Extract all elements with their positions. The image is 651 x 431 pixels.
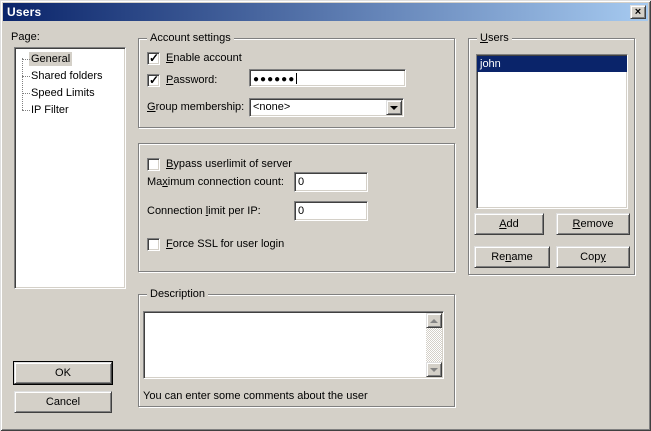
close-icon: × — [635, 7, 641, 17]
remove-button[interactable]: Remove — [556, 213, 630, 235]
users-listbox[interactable]: john — [476, 54, 628, 209]
page-label: Page: — [11, 31, 40, 44]
chevron-down-icon — [390, 106, 398, 110]
combo-dropdown-button[interactable] — [386, 100, 402, 115]
account-settings-title: Account settings — [147, 32, 234, 45]
users-dialog: Users × Page: General Shared folders Spe… — [0, 0, 651, 431]
tree-item-label: IP Filter — [29, 103, 71, 117]
ok-button[interactable]: OK — [14, 362, 112, 384]
scrollbar-track[interactable] — [426, 328, 442, 362]
password-input[interactable]: ●●●●●● — [249, 69, 406, 87]
bypass-userlimit-label[interactable]: Bypass userlimit of server — [166, 158, 292, 171]
close-button[interactable]: × — [630, 5, 646, 19]
triangle-down-icon — [430, 368, 438, 372]
bypass-userlimit-checkbox[interactable] — [147, 158, 160, 171]
enable-account-checkbox[interactable] — [147, 52, 160, 65]
max-connection-count-label: Maximum connection count: — [147, 176, 284, 189]
tree-item-label: Shared folders — [29, 69, 105, 83]
force-ssl-checkbox[interactable] — [147, 238, 160, 251]
connection-options-group: Bypass userlimit of server Maximum conne… — [138, 143, 455, 272]
account-settings-group: Account settings Enable account Password… — [138, 38, 455, 128]
password-mask: ●●●●●● — [253, 74, 295, 85]
description-hint: You can enter some comments about the us… — [143, 390, 368, 403]
description-scrollbar[interactable] — [426, 313, 442, 377]
titlebar[interactable]: Users × — [3, 3, 648, 21]
text-caret — [296, 73, 297, 84]
max-connection-count-input[interactable]: 0 — [294, 172, 368, 192]
tree-item-ip-filter[interactable]: IP Filter — [15, 102, 125, 119]
force-ssl-label[interactable]: Force SSL for user login — [166, 238, 284, 251]
window-title: Users — [3, 5, 41, 19]
group-membership-value: <none> — [253, 101, 290, 114]
tree-item-general[interactable]: General — [15, 51, 125, 68]
cancel-button[interactable]: Cancel — [14, 391, 112, 413]
description-group: Description You can enter some comments … — [138, 294, 455, 407]
connection-limit-per-ip-input[interactable]: 0 — [294, 201, 368, 221]
user-list-item[interactable]: john — [477, 56, 627, 72]
connection-limit-per-ip-label: Connection limit per IP: — [147, 205, 261, 218]
rename-button[interactable]: Rename — [474, 246, 550, 268]
scroll-down-button[interactable] — [426, 362, 442, 377]
group-membership-label: Group membership: — [147, 101, 244, 114]
description-title: Description — [147, 288, 208, 301]
add-button[interactable]: Add — [474, 213, 544, 235]
description-textarea[interactable] — [143, 311, 444, 379]
enable-account-label[interactable]: Enable account — [166, 52, 242, 65]
password-checkbox[interactable] — [147, 74, 160, 87]
users-group: Users john Add Remove Rename Copy — [468, 38, 635, 275]
tree-item-speed-limits[interactable]: Speed Limits — [15, 85, 125, 102]
tree-item-label: General — [29, 52, 72, 66]
triangle-up-icon — [430, 319, 438, 323]
copy-button[interactable]: Copy — [556, 246, 630, 268]
tree-item-shared-folders[interactable]: Shared folders — [15, 68, 125, 85]
scroll-up-button[interactable] — [426, 313, 442, 328]
page-tree[interactable]: General Shared folders Speed Limits IP F… — [14, 47, 126, 289]
group-membership-select[interactable]: <none> — [249, 98, 404, 117]
tree-item-label: Speed Limits — [29, 86, 97, 100]
password-label[interactable]: Password: — [166, 74, 217, 87]
users-group-title: Users — [477, 32, 512, 45]
